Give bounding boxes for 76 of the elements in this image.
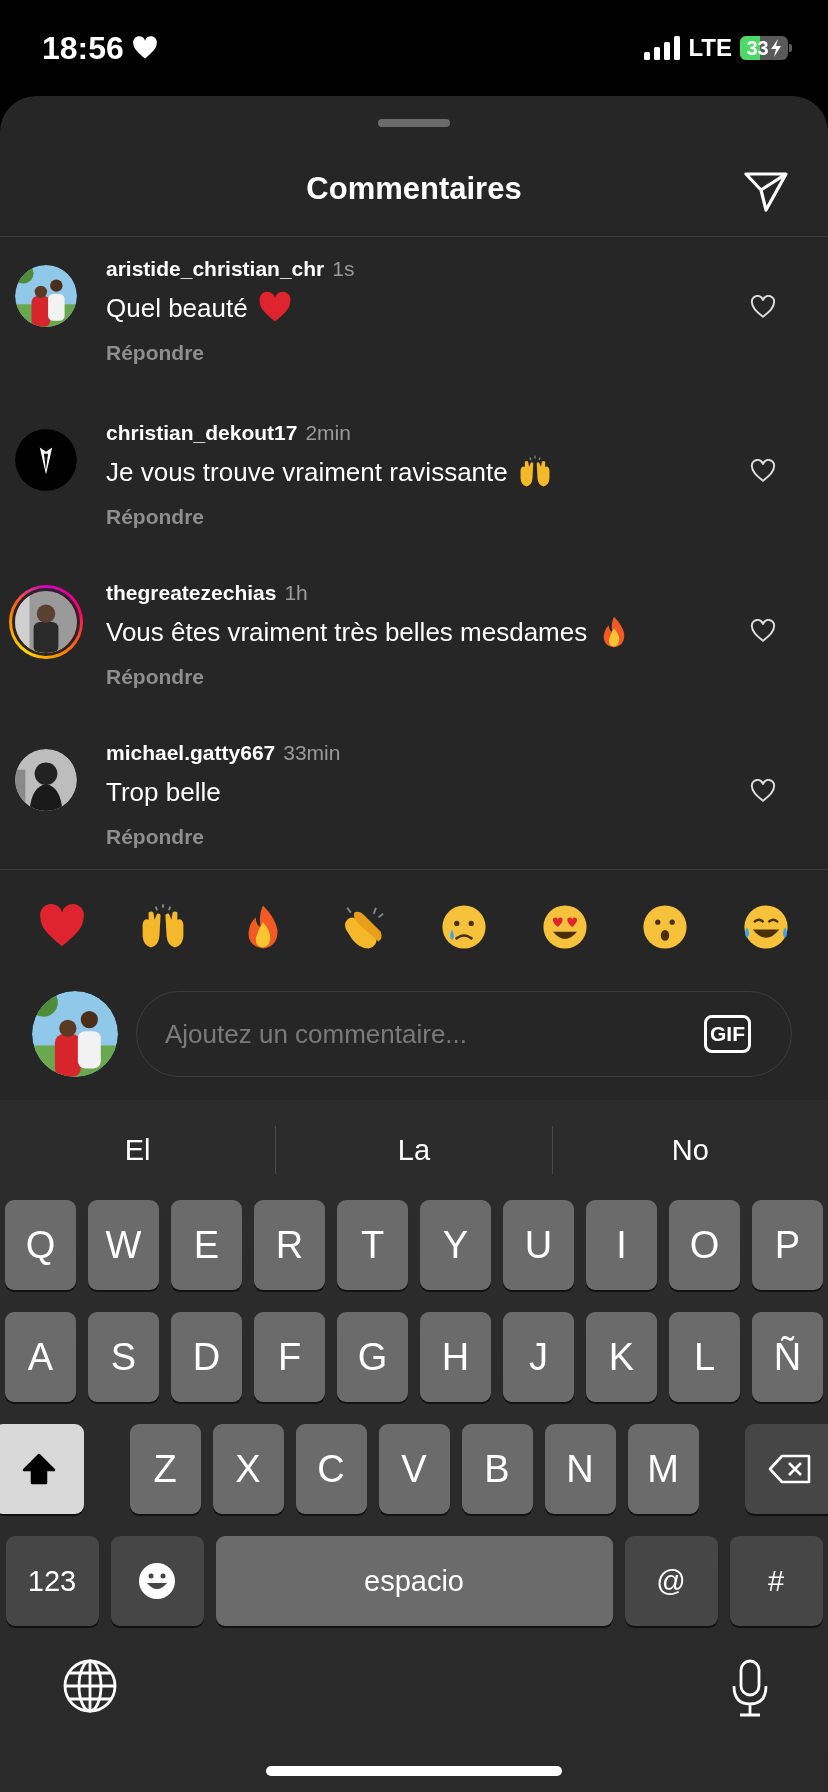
comment-text: Quel beauté xyxy=(106,292,248,324)
key[interactable]: B xyxy=(461,1424,533,1514)
key[interactable]: Q xyxy=(5,1200,76,1290)
key[interactable]: G xyxy=(337,1312,408,1402)
reply-link[interactable]: Répondre xyxy=(106,665,204,689)
key[interactable]: N xyxy=(544,1424,616,1514)
drag-handle[interactable] xyxy=(378,119,450,127)
key[interactable]: K xyxy=(586,1312,657,1402)
microphone-icon[interactable] xyxy=(730,1658,770,1718)
username[interactable]: thegreatezechias xyxy=(106,581,277,605)
key[interactable]: D xyxy=(171,1312,242,1402)
reply-link[interactable]: Répondre xyxy=(106,341,204,365)
key[interactable]: W xyxy=(88,1200,159,1290)
backspace-key[interactable] xyxy=(744,1424,828,1514)
reaction-button[interactable] xyxy=(641,903,690,951)
emoji-key[interactable] xyxy=(110,1536,204,1626)
comment-time: 1s xyxy=(332,257,355,281)
reaction-button[interactable] xyxy=(440,903,489,951)
heart-icon xyxy=(131,36,158,60)
key[interactable]: U xyxy=(503,1200,574,1290)
space-key[interactable]: espacio xyxy=(215,1536,613,1626)
key[interactable]: F xyxy=(254,1312,325,1402)
key[interactable]: C xyxy=(295,1424,367,1514)
key[interactable]: V xyxy=(378,1424,450,1514)
key[interactable]: J xyxy=(503,1312,574,1402)
comment-time: 2min xyxy=(305,421,351,445)
clock-time: 18:56 xyxy=(42,29,124,67)
key[interactable]: I xyxy=(586,1200,657,1290)
like-button[interactable] xyxy=(750,779,776,803)
key[interactable]: Y xyxy=(420,1200,491,1290)
key[interactable]: H xyxy=(420,1312,491,1402)
key[interactable]: L xyxy=(669,1312,740,1402)
reply-link[interactable]: Répondre xyxy=(106,505,204,529)
key[interactable]: E xyxy=(171,1200,242,1290)
key[interactable]: R xyxy=(254,1200,325,1290)
key[interactable]: A xyxy=(5,1312,76,1402)
key[interactable]: X xyxy=(212,1424,284,1514)
gif-button[interactable]: GIF xyxy=(704,1015,751,1053)
like-button[interactable] xyxy=(750,459,776,483)
key[interactable]: S xyxy=(88,1312,159,1402)
like-button[interactable] xyxy=(750,619,776,643)
like-button[interactable] xyxy=(750,295,776,319)
username[interactable]: christian_dekout17 xyxy=(106,421,298,445)
key[interactable]: T xyxy=(337,1200,408,1290)
key[interactable]: 123 xyxy=(5,1536,99,1626)
comment-time: 1h xyxy=(284,581,308,605)
sheet-title: Commentaires xyxy=(306,170,522,207)
backspace-icon xyxy=(767,1453,812,1485)
suggestion[interactable]: La xyxy=(276,1132,552,1168)
username[interactable]: aristide_christian_chr xyxy=(106,257,325,281)
comment-text: Je vous trouve vraiment ravissante xyxy=(106,456,508,488)
comment-text: Vous êtes vraiment très belles mesdames xyxy=(106,616,588,648)
cry-face-icon xyxy=(440,903,489,951)
suggestion[interactable]: No xyxy=(552,1132,828,1168)
key[interactable]: M xyxy=(627,1424,699,1514)
key[interactable]: O xyxy=(669,1200,740,1290)
key[interactable]: P xyxy=(752,1200,823,1290)
key[interactable]: @ xyxy=(624,1536,718,1626)
suggestion[interactable]: El xyxy=(0,1132,276,1168)
key[interactable]: # xyxy=(729,1536,823,1626)
smiley-icon xyxy=(137,1561,177,1601)
reply-link[interactable]: Répondre xyxy=(106,825,204,849)
shift-key[interactable] xyxy=(0,1424,84,1514)
reaction-button[interactable] xyxy=(741,903,790,951)
key[interactable]: Ñ xyxy=(752,1312,823,1402)
comment-text: Trop belle xyxy=(106,776,221,808)
signal-icon xyxy=(644,36,681,60)
heart-eyes-face-icon xyxy=(540,903,589,951)
surprised-face-icon xyxy=(641,903,690,951)
shift-arrow-icon xyxy=(21,1453,56,1485)
key[interactable]: Z xyxy=(129,1424,201,1514)
network-type: LTE xyxy=(688,34,732,62)
comment-time: 33min xyxy=(283,741,341,765)
reaction-button[interactable] xyxy=(540,903,589,951)
joy-face-icon xyxy=(741,903,790,951)
username[interactable]: michael.gatty667 xyxy=(106,741,276,765)
